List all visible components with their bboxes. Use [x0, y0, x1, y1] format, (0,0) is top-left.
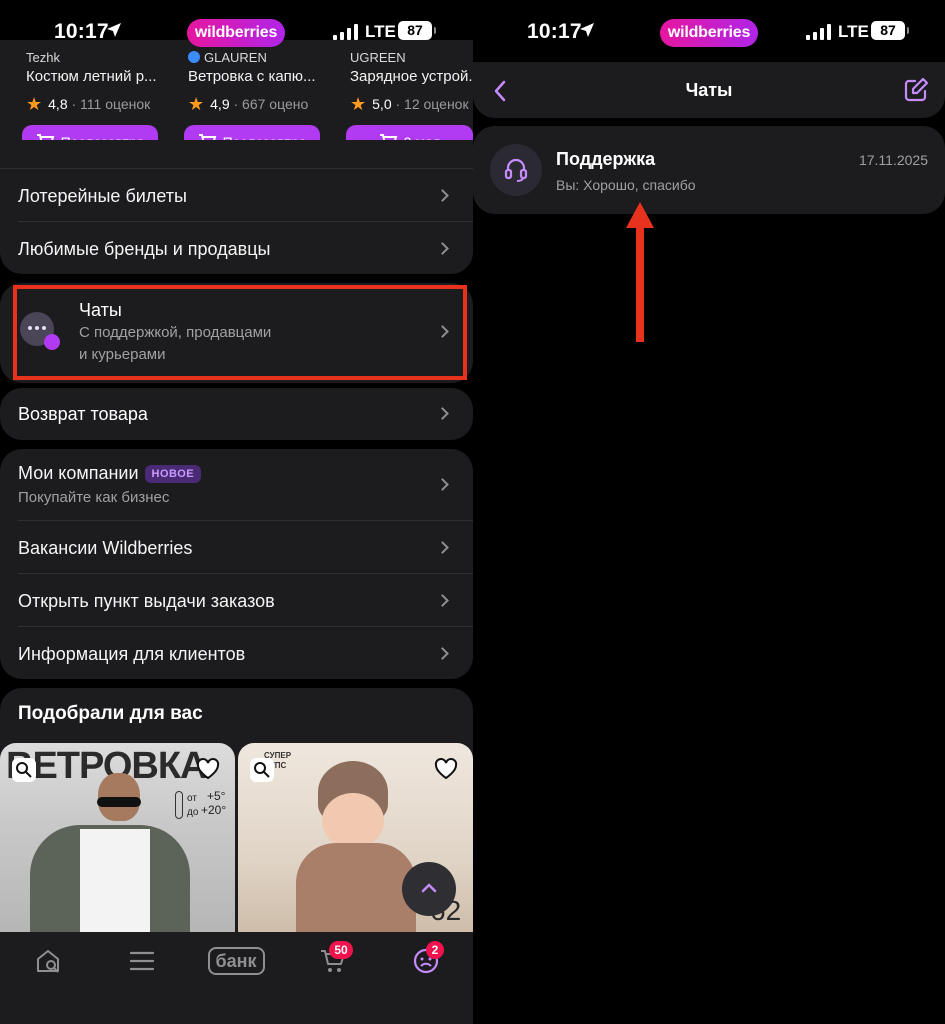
star-icon: ★ [26, 94, 43, 114]
product-name: Ветровка с капю... [188, 68, 316, 85]
temp-from-value: +5° [207, 789, 226, 803]
nav-bar: Чаты [473, 62, 945, 118]
menu-item-label: Возврат товара [18, 404, 148, 424]
menu-group-business: Мои компании НОВОЕ Покупайте как бизнес В… [0, 449, 473, 679]
tab-home[interactable] [28, 944, 68, 978]
menu-item-returns[interactable]: Возврат товара [0, 388, 473, 440]
product-tile[interactable]: ВЕТРОВКА от +5° до +20° [0, 743, 235, 938]
visual-search-icon[interactable] [10, 756, 38, 784]
new-badge: НОВОЕ [144, 465, 202, 483]
recommendations-title: Подобрали для вас [18, 703, 203, 724]
rating-count: · 111 оценок [71, 96, 151, 112]
rating-score: 4,8 [48, 96, 68, 112]
chevron-right-icon [436, 647, 449, 660]
highlight-frame [13, 285, 467, 380]
menu-item-label: Лотерейные билеты [18, 186, 187, 206]
menu-item-brands[interactable]: Любимые бренды и продавцы [0, 221, 473, 274]
rating-count: · 12 оценок [395, 96, 469, 112]
companies-label: Мои компании [18, 463, 139, 483]
chevron-up-icon [421, 883, 437, 893]
compose-icon[interactable] [903, 77, 929, 103]
heart-icon[interactable] [433, 757, 459, 781]
chevron-right-icon [436, 189, 449, 202]
product-name: Зарядное устрой... [350, 68, 473, 85]
location-arrow-icon [580, 23, 594, 37]
signal-icon [333, 24, 359, 40]
menu-item-label: Открыть пункт выдачи заказов [18, 591, 275, 611]
chevron-right-icon [436, 478, 449, 491]
baby-suit [296, 843, 416, 938]
network-type: LTE [838, 22, 869, 41]
signal-icon [806, 24, 832, 40]
temp-to-label: до [187, 807, 199, 818]
status-time: 10:17 [527, 20, 582, 43]
status-bar: 10:17 wildberries LTE 87 [473, 0, 945, 64]
network-type: LTE [365, 22, 396, 41]
battery-icon: 87 [871, 21, 909, 40]
tab-catalog[interactable] [122, 944, 162, 978]
menu-item-pickup[interactable]: Открыть пункт выдачи заказов [0, 573, 473, 626]
chat-name: Поддержка [556, 149, 656, 169]
brand-logo: wildberries [187, 19, 285, 47]
menu-item-lottery[interactable]: Лотерейные билеты [0, 168, 473, 221]
product-rating: ★ 4,9 · 667 оцено [188, 94, 308, 115]
menu-item-vacancies[interactable]: Вакансии Wildberries [0, 520, 473, 573]
chats-screen: Чаты 10:17 wildberries LTE 87 Поддержка … [473, 0, 945, 1024]
sunglasses [97, 797, 141, 807]
temp-from-label: от [187, 793, 197, 804]
scroll-to-top-button[interactable] [402, 862, 456, 916]
menu-item-label: Мои компании НОВОЕ [18, 463, 202, 484]
chevron-right-icon [436, 541, 449, 554]
profile-screen: Tezhk Костюм летний р... ★ 4,8 · 111 оцен… [0, 0, 473, 1024]
menu-item-info[interactable]: Информация для клиентов [0, 626, 473, 679]
bank-label: банк [207, 947, 265, 975]
menu-item-companies[interactable]: Мои компании НОВОЕ Покупайте как бизнес [0, 449, 473, 520]
headset-icon [504, 158, 528, 182]
baby-face [322, 793, 384, 849]
menu-item-label: Информация для клиентов [18, 644, 246, 664]
chat-date: 17.11.2025 [858, 152, 928, 168]
tab-bank[interactable]: банк [207, 944, 265, 978]
chevron-right-icon [436, 407, 449, 420]
chat-item-support[interactable]: Поддержка Вы: Хорошо, спасибо 17.11.2025 [473, 126, 945, 214]
visual-search-icon[interactable] [248, 756, 276, 784]
rating-score: 5,0 [372, 96, 392, 112]
model-tshirt [80, 829, 150, 938]
rating-score: 4,9 [210, 96, 230, 112]
annotation-arrow-icon [626, 202, 654, 342]
product-rating: ★ 5,0 · 12 оценок [350, 94, 469, 115]
brand-logo: wildberries [660, 19, 758, 47]
rating-count: · 667 оцено [233, 96, 309, 112]
menu-group-top: Лотерейные билеты Любимые бренды и прода… [0, 140, 473, 274]
thermometer-icon [175, 791, 183, 819]
cart-count-badge: 50 [329, 941, 353, 959]
battery-icon: 87 [398, 21, 436, 40]
star-icon: ★ [350, 94, 367, 114]
home-search-icon [37, 950, 59, 973]
location-arrow-icon [107, 23, 121, 37]
star-icon: ★ [188, 94, 205, 114]
chevron-right-icon [436, 242, 449, 255]
chevron-right-icon [436, 594, 449, 607]
menu-icon [129, 951, 155, 971]
profile-count-badge: 2 [426, 941, 444, 959]
product-rating: ★ 4,8 · 111 оценок [26, 94, 150, 115]
menu-item-label: Вакансии Wildberries [18, 538, 193, 558]
status-bar: 10:17 wildberries LTE 87 [0, 0, 473, 64]
support-avatar [490, 144, 542, 196]
heart-icon[interactable] [195, 757, 221, 781]
temp-to-value: +20° [201, 803, 227, 817]
page-title: Чаты [685, 80, 733, 100]
chat-preview: Вы: Хорошо, спасибо [556, 177, 696, 193]
product-name: Костюм летний р... [26, 68, 157, 85]
menu-item-label: Любимые бренды и продавцы [18, 239, 271, 259]
menu-item-sub: Покупайте как бизнес [18, 489, 170, 506]
status-time: 10:17 [54, 20, 109, 43]
